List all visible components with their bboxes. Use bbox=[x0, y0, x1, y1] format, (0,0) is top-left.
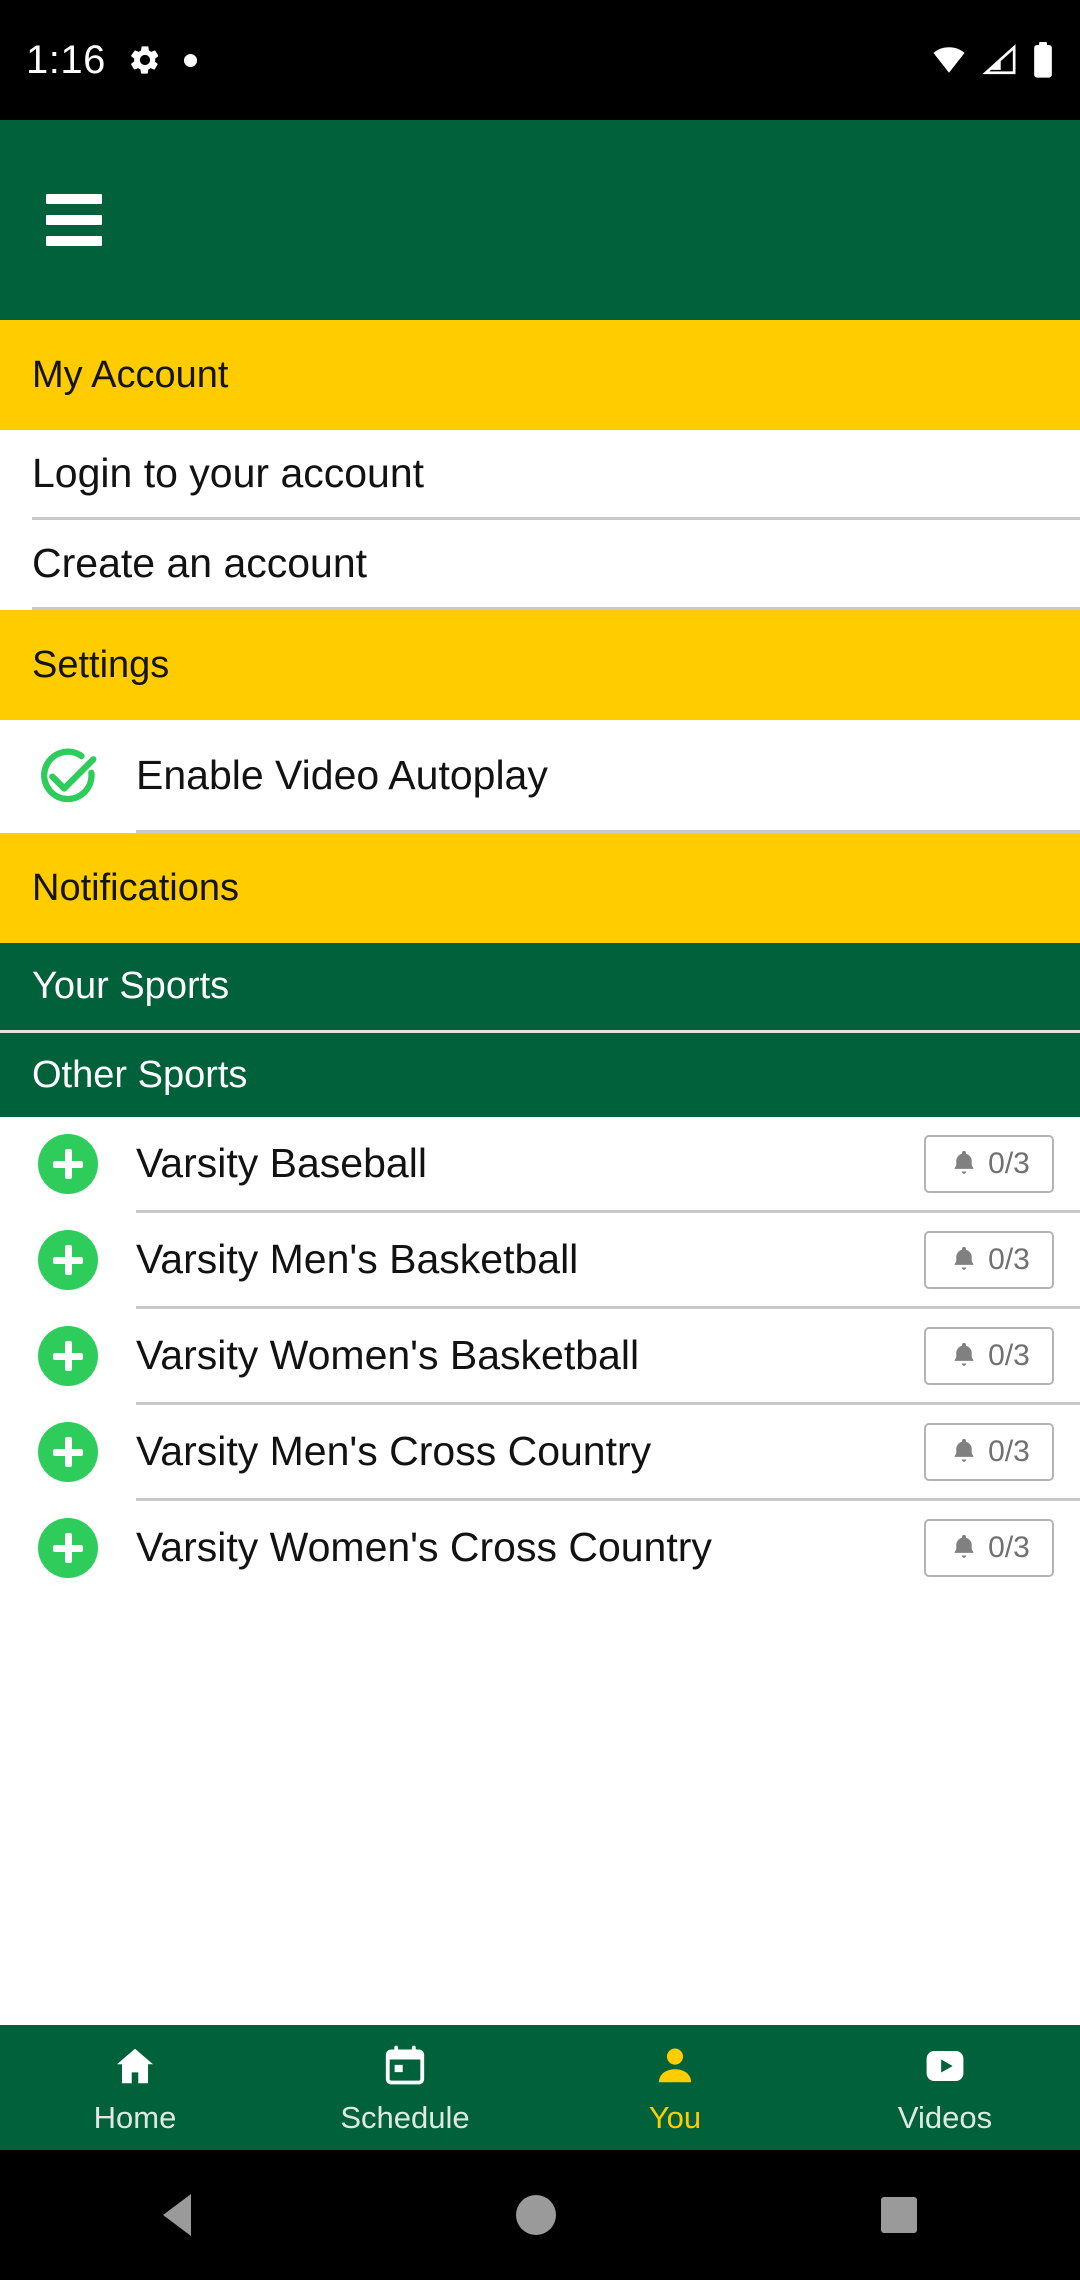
notification-count-badge[interactable]: 0/3 bbox=[924, 1230, 1054, 1289]
plus-circle-icon[interactable] bbox=[0, 1229, 136, 1290]
section-header-my-account: My Account bbox=[0, 320, 1080, 430]
badge-count: 0/3 bbox=[988, 1530, 1030, 1564]
gear-icon bbox=[128, 43, 162, 77]
battery-icon bbox=[1032, 42, 1054, 78]
menu-item-login[interactable]: Login to your account bbox=[0, 430, 1080, 517]
bell-icon bbox=[954, 1438, 974, 1462]
badge-count: 0/3 bbox=[988, 1338, 1030, 1372]
badge-count: 0/3 bbox=[988, 1434, 1030, 1468]
plus-circle-icon[interactable] bbox=[0, 1517, 136, 1578]
setting-label: Enable Video Autoplay bbox=[136, 751, 548, 798]
section-header-your-sports[interactable]: Your Sports bbox=[0, 943, 1080, 1030]
nav-tab-label: Home bbox=[93, 2099, 177, 2135]
section-header-settings: Settings bbox=[0, 610, 1080, 720]
check-circle-icon[interactable] bbox=[0, 742, 136, 808]
status-bar: 1:16 bbox=[0, 0, 1080, 120]
notification-count-badge[interactable]: 0/3 bbox=[924, 1134, 1054, 1193]
add-sport-button[interactable] bbox=[38, 1517, 98, 1578]
status-bar-right bbox=[930, 42, 1054, 78]
hamburger-bar-1 bbox=[46, 194, 102, 204]
add-sport-button[interactable] bbox=[38, 1229, 98, 1290]
sport-row[interactable]: Varsity Baseball 0/3 bbox=[0, 1117, 1080, 1210]
sport-row[interactable]: Varsity Men's Basketball 0/3 bbox=[0, 1213, 1080, 1306]
calendar-icon bbox=[382, 2043, 428, 2094]
sport-name: Varsity Men's Basketball bbox=[136, 1236, 579, 1282]
sport-name: Varsity Women's Basketball bbox=[136, 1332, 640, 1378]
section-header-other-sports[interactable]: Other Sports bbox=[0, 1030, 1080, 1117]
app-bar bbox=[0, 120, 1080, 320]
plus-circle-icon[interactable] bbox=[0, 1325, 136, 1386]
plus-circle-icon[interactable] bbox=[0, 1421, 136, 1482]
notification-count-badge[interactable]: 0/3 bbox=[924, 1422, 1054, 1481]
cell-signal-icon bbox=[982, 43, 1018, 77]
sport-row[interactable]: Varsity Women's Cross Country 0/3 bbox=[0, 1501, 1080, 1594]
bell-icon bbox=[954, 1246, 974, 1270]
nav-tab-label: Videos bbox=[897, 2099, 993, 2135]
badge-count: 0/3 bbox=[988, 1242, 1030, 1276]
nav-tab-home[interactable]: Home bbox=[0, 2025, 270, 2150]
dot-icon bbox=[183, 53, 197, 67]
notification-count-badge[interactable]: 0/3 bbox=[924, 1518, 1054, 1577]
status-bar-left: 1:16 bbox=[26, 40, 197, 80]
back-triangle-icon[interactable] bbox=[162, 2194, 191, 2236]
hamburger-menu-icon[interactable] bbox=[46, 194, 102, 246]
plus-circle-icon[interactable] bbox=[0, 1133, 136, 1194]
status-bar-clock: 1:16 bbox=[26, 38, 106, 82]
sport-row[interactable]: Varsity Men's Cross Country 0/3 bbox=[0, 1405, 1080, 1498]
recents-square-icon[interactable] bbox=[881, 2197, 918, 2233]
nav-tab-you[interactable]: You bbox=[540, 2025, 810, 2150]
sport-row[interactable]: Varsity Women's Basketball 0/3 bbox=[0, 1309, 1080, 1402]
person-icon bbox=[652, 2043, 698, 2094]
setting-enable-video-autoplay[interactable]: Enable Video Autoplay bbox=[0, 720, 1080, 830]
menu-item-create-account[interactable]: Create an account bbox=[0, 520, 1080, 607]
badge-count: 0/3 bbox=[988, 1146, 1030, 1180]
video-play-icon bbox=[922, 2043, 968, 2094]
phone-screen: 1:16 My Account Login to your account Cr… bbox=[0, 0, 1080, 2280]
page-content: My Account Login to your account Create … bbox=[0, 320, 1080, 1594]
hamburger-bar-3 bbox=[46, 236, 102, 246]
wifi-icon bbox=[930, 43, 968, 77]
nav-tab-label: You bbox=[648, 2099, 702, 2135]
bell-icon bbox=[954, 1534, 974, 1558]
sport-name: Varsity Women's Cross Country bbox=[136, 1524, 712, 1570]
nav-tab-label: Schedule bbox=[340, 2099, 470, 2135]
bell-icon bbox=[954, 1342, 974, 1366]
android-navigation-bar bbox=[0, 2150, 1080, 2280]
bell-icon bbox=[954, 1150, 974, 1174]
nav-tab-schedule[interactable]: Schedule bbox=[270, 2025, 540, 2150]
sport-name: Varsity Men's Cross Country bbox=[136, 1428, 652, 1474]
home-icon bbox=[112, 2043, 158, 2094]
nav-tab-videos[interactable]: Videos bbox=[810, 2025, 1080, 2150]
add-sport-button[interactable] bbox=[38, 1325, 98, 1386]
bottom-navigation-bar: Home Schedule You Videos bbox=[0, 2025, 1080, 2150]
notification-count-badge[interactable]: 0/3 bbox=[924, 1326, 1054, 1385]
hamburger-bar-2 bbox=[46, 215, 102, 225]
sport-name: Varsity Baseball bbox=[136, 1140, 427, 1186]
section-header-notifications: Notifications bbox=[0, 833, 1080, 943]
add-sport-button[interactable] bbox=[38, 1133, 98, 1194]
add-sport-button[interactable] bbox=[38, 1421, 98, 1482]
home-circle-icon[interactable] bbox=[515, 2195, 556, 2235]
